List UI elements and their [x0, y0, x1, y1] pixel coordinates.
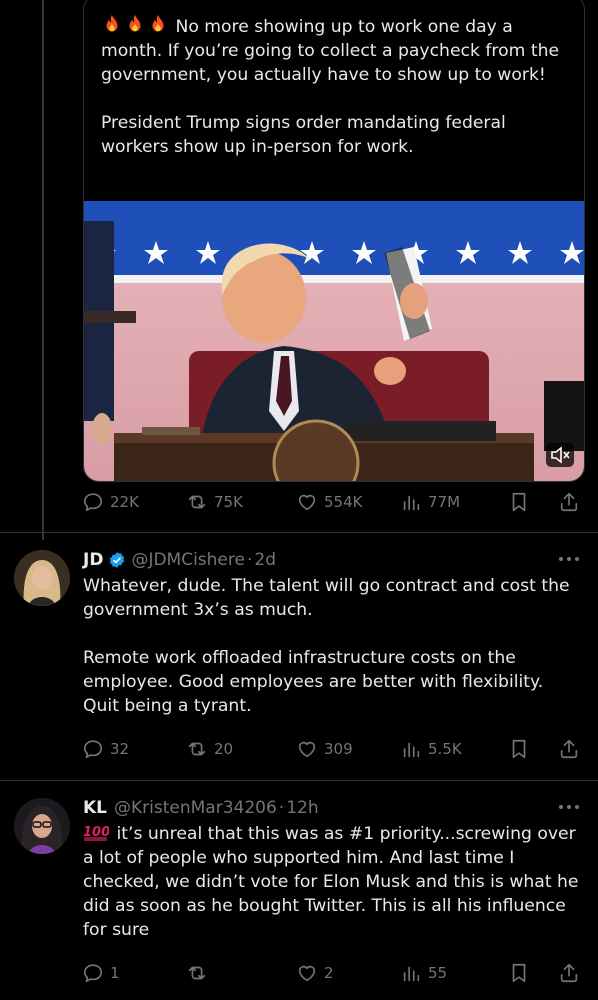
repost-count: 20: [214, 740, 234, 758]
fire-icon: [129, 14, 141, 32]
post-video[interactable]: [84, 201, 584, 481]
reply-count: 1: [110, 964, 120, 982]
reply-button[interactable]: 1: [82, 960, 120, 986]
quoted-post-text: No more showing up to work one day a mon…: [101, 13, 571, 159]
reply-button[interactable]: 32: [82, 736, 129, 762]
reply-icon: [83, 964, 103, 983]
more-options-icon[interactable]: [558, 804, 580, 810]
user-handle[interactable]: @JDMCishere: [131, 550, 245, 570]
reply-count: 22K: [110, 493, 139, 511]
repost-button[interactable]: 20: [186, 736, 233, 762]
user-handle[interactable]: @KristenMar34206: [114, 798, 277, 818]
avatar-image: [14, 550, 70, 606]
share-icon: [560, 963, 578, 983]
heart-icon: [298, 741, 316, 758]
bookmark-icon: [512, 963, 526, 983]
like-button[interactable]: 2: [296, 960, 334, 986]
bookmark-button[interactable]: [508, 736, 530, 762]
reply-text: 100 it’s unreal that this was as #1 prio…: [83, 822, 583, 942]
views-count: 77M: [428, 493, 461, 511]
reply-actions: 1 2 55: [82, 960, 582, 986]
timestamp[interactable]: 12h: [286, 798, 318, 818]
like-count: 554K: [324, 493, 363, 511]
mute-icon[interactable]: [546, 443, 574, 467]
share-icon: [560, 492, 578, 512]
share-button[interactable]: [558, 736, 580, 762]
reply-count: 32: [110, 740, 130, 758]
repost-count: 75K: [214, 493, 243, 511]
hundred-points-icon: 100: [83, 825, 109, 841]
views-button[interactable]: 5.5K: [400, 736, 462, 762]
like-count: 2: [324, 964, 334, 982]
reply-icon: [83, 493, 103, 512]
views-count: 5.5K: [428, 740, 462, 758]
like-count: 309: [324, 740, 353, 758]
reply-post[interactable]: KL @KristenMar34206 · 12h 100 it’s unrea…: [0, 780, 598, 1000]
display-name[interactable]: KL: [83, 798, 107, 818]
quoted-post-card[interactable]: No more showing up to work one day a mon…: [83, 0, 585, 482]
fire-icon: [106, 14, 118, 32]
avatar[interactable]: [14, 798, 70, 854]
repost-icon: [188, 966, 206, 980]
views-count: 55: [428, 964, 448, 982]
share-button[interactable]: [558, 489, 580, 515]
thread-line: [42, 0, 44, 540]
bookmark-button[interactable]: [508, 960, 530, 986]
fire-icon: [152, 14, 164, 32]
like-button[interactable]: 309: [296, 736, 353, 762]
heart-icon: [298, 494, 316, 511]
avatar-image: [14, 798, 70, 854]
repost-button[interactable]: 75K: [186, 489, 243, 515]
quoted-post-line2: President Trump signs order mandating fe…: [101, 113, 512, 157]
views-icon: [403, 966, 420, 982]
bookmark-icon: [512, 739, 526, 759]
views-button[interactable]: 55: [400, 960, 447, 986]
video-frame-image: [84, 201, 584, 481]
bookmark-icon: [512, 492, 526, 512]
repost-icon: [188, 495, 206, 509]
separator-dot: ·: [246, 550, 253, 570]
share-icon: [560, 739, 578, 759]
reply-button[interactable]: 22K: [82, 489, 139, 515]
reply-header: KL @KristenMar34206 · 12h: [83, 796, 319, 820]
bookmark-button[interactable]: [508, 489, 530, 515]
separator-dot: ·: [278, 798, 285, 818]
reply-header: JD @JDMCishere · 2d: [83, 548, 276, 572]
reply-post[interactable]: JD @JDMCishere · 2d Whatever, dude. The …: [0, 532, 598, 788]
display-name[interactable]: JD: [83, 550, 103, 570]
like-button[interactable]: 554K: [296, 489, 362, 515]
views-icon: [403, 495, 420, 511]
views-icon: [403, 742, 420, 758]
reply-icon: [83, 740, 103, 759]
repost-button[interactable]: [186, 960, 214, 986]
heart-icon: [298, 965, 316, 982]
more-options-icon[interactable]: [558, 556, 580, 562]
timestamp[interactable]: 2d: [254, 550, 276, 570]
share-button[interactable]: [558, 960, 580, 986]
quoted-post-line1: No more showing up to work one day a mon…: [101, 17, 565, 85]
reply-text-body: it’s unreal that this was as #1 priority…: [83, 824, 584, 940]
repost-icon: [188, 742, 206, 756]
quoted-post-actions: 22K 75K 554K 77M: [82, 489, 582, 515]
reply-actions: 32 20 309 5.5K: [82, 736, 582, 762]
avatar[interactable]: [14, 550, 70, 606]
verified-badge-icon: [110, 552, 125, 568]
views-button[interactable]: 77M: [400, 489, 460, 515]
reply-text: Whatever, dude. The talent will go contr…: [83, 576, 570, 716]
